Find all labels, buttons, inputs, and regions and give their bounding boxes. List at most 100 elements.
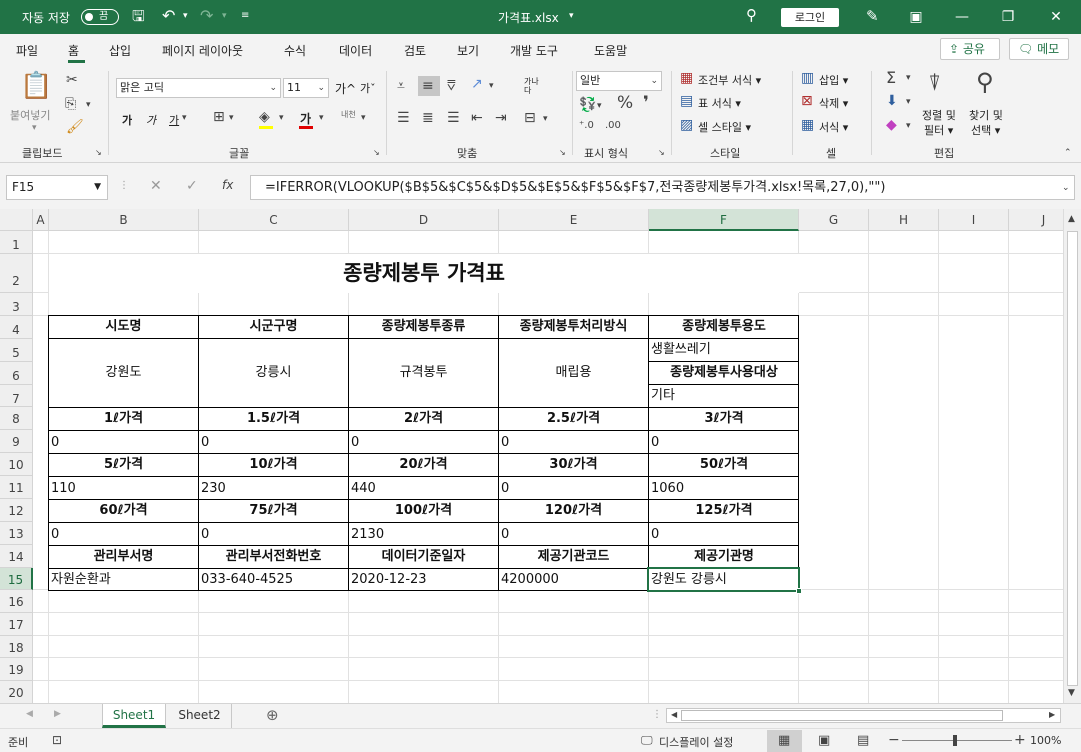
title-dropdown-icon[interactable]: ▾ bbox=[569, 12, 574, 21]
align-center-icon[interactable]: ≣ bbox=[422, 111, 434, 125]
h-scroll-thumb[interactable] bbox=[681, 710, 1003, 721]
fill-icon[interactable]: ⬇ bbox=[886, 94, 898, 108]
paste-label[interactable]: 붙여넣기 bbox=[10, 107, 50, 123]
display-settings-icon[interactable]: 🖵 bbox=[641, 734, 653, 746]
copy-icon[interactable]: ⎘ bbox=[65, 97, 76, 111]
merge-dropdown-icon[interactable]: ▾ bbox=[543, 115, 548, 124]
align-bottom-icon[interactable]: ⩢ bbox=[447, 79, 456, 93]
shrink-font-button[interactable]: 가ˇ bbox=[360, 80, 376, 96]
column-header[interactable]: G bbox=[799, 209, 869, 231]
zoom-slider[interactable] bbox=[902, 740, 1012, 741]
sort-filter-icon[interactable]: ⍒ bbox=[928, 73, 941, 95]
tab-help[interactable]: 도움말 bbox=[594, 42, 627, 59]
orientation-icon[interactable]: ↗ bbox=[471, 77, 483, 91]
tab-view[interactable]: 보기 bbox=[457, 42, 479, 59]
data-cell[interactable]: 0 bbox=[501, 523, 648, 545]
column-header[interactable]: E bbox=[499, 209, 649, 231]
column-header[interactable]: I bbox=[939, 209, 1009, 231]
header-cell[interactable]: 데이터기준일자 bbox=[349, 546, 498, 568]
font-size-select[interactable]: 11 ⌄ bbox=[283, 78, 329, 98]
tab-developer[interactable]: 개발 도구 bbox=[510, 42, 558, 59]
increase-indent-icon[interactable]: ⇥ bbox=[495, 111, 507, 125]
header-cell[interactable]: 1ℓ가격 bbox=[49, 408, 198, 430]
search-icon[interactable]: ⚲ bbox=[746, 8, 757, 23]
header-cell[interactable]: 시도명 bbox=[49, 316, 198, 338]
memo-button[interactable]: 🗨 메모 bbox=[1009, 38, 1069, 60]
page-break-icon[interactable]: ▤ bbox=[857, 734, 869, 747]
insert-cells-icon[interactable]: ▥ bbox=[801, 71, 814, 85]
scroll-thumb[interactable] bbox=[1067, 231, 1078, 686]
underline-dropdown-icon[interactable]: ▾ bbox=[182, 114, 187, 123]
format-table-icon[interactable]: ▤ bbox=[680, 94, 693, 108]
format-cells-icon[interactable]: ▦ bbox=[801, 118, 814, 132]
data-cell[interactable]: 0 bbox=[51, 431, 198, 453]
header-cell[interactable]: 50ℓ가격 bbox=[649, 454, 799, 476]
row-header[interactable]: 1 bbox=[0, 231, 33, 254]
clipboard-launcher-icon[interactable]: ↘ bbox=[95, 149, 102, 157]
customize-qat-icon[interactable]: ≡ bbox=[241, 11, 249, 21]
column-header[interactable]: B bbox=[49, 209, 199, 231]
login-button[interactable]: 로그인 bbox=[781, 8, 839, 27]
align-top-icon[interactable]: ⩡ bbox=[397, 79, 405, 93]
fill-dropdown-icon[interactable]: ▾ bbox=[279, 114, 284, 123]
save-icon[interactable]: 🖫 bbox=[132, 9, 145, 24]
row-header[interactable]: 15 bbox=[0, 568, 33, 590]
delete-cells-button[interactable]: 삭제 ▾ bbox=[819, 95, 848, 111]
header-cell[interactable]: 75ℓ가격 bbox=[199, 500, 348, 522]
insert-function-icon[interactable]: fx bbox=[222, 179, 233, 191]
enter-icon[interactable]: ✓ bbox=[186, 179, 198, 193]
header-cell[interactable]: 120ℓ가격 bbox=[499, 500, 648, 522]
bold-button[interactable]: 가 bbox=[122, 112, 132, 128]
header-cell[interactable]: 종량제봉투처리방식 bbox=[499, 316, 648, 338]
row-header[interactable]: 18 bbox=[0, 636, 33, 658]
scroll-down-icon[interactable]: ▼ bbox=[1068, 689, 1075, 698]
row-header[interactable]: 20 bbox=[0, 681, 33, 703]
scroll-left-icon[interactable]: ◀ bbox=[671, 711, 677, 719]
data-cell[interactable]: 0 bbox=[651, 523, 798, 545]
column-header[interactable]: F bbox=[649, 209, 799, 231]
align-middle-icon[interactable]: ≡ bbox=[422, 79, 434, 93]
currency-dropdown-icon[interactable]: ▾ bbox=[597, 102, 602, 111]
data-cell[interactable]: 0 bbox=[201, 523, 348, 545]
column-header[interactable]: H bbox=[869, 209, 939, 231]
undo-icon[interactable]: ↶ bbox=[162, 8, 175, 24]
tab-formulas[interactable]: 수식 bbox=[284, 42, 306, 59]
decrease-decimal-icon[interactable]: .00 bbox=[605, 121, 621, 131]
tab-page-layout[interactable]: 페이지 레이아웃 bbox=[162, 42, 243, 59]
header-cell[interactable]: 10ℓ가격 bbox=[199, 454, 348, 476]
number-launcher-icon[interactable]: ↘ bbox=[658, 149, 665, 157]
row-header[interactable]: 16 bbox=[0, 590, 33, 613]
delete-cells-icon[interactable]: ⊠ bbox=[801, 94, 813, 108]
column-header[interactable]: D bbox=[349, 209, 499, 231]
row-header[interactable]: 5 bbox=[0, 339, 33, 362]
data-cell[interactable]: 110 bbox=[51, 477, 198, 499]
data-cell[interactable]: 0 bbox=[351, 431, 498, 453]
cell-styles-button[interactable]: 셀 스타일 ▾ bbox=[698, 119, 751, 135]
ribbon-display-icon[interactable]: ▣ bbox=[893, 0, 939, 34]
select-all-corner[interactable] bbox=[0, 209, 33, 231]
data-cell[interactable]: 자원순환과 bbox=[51, 569, 198, 590]
data-cell[interactable]: 0 bbox=[651, 431, 798, 453]
zoom-slider-thumb[interactable] bbox=[953, 735, 957, 746]
header-cell[interactable]: 종량제봉투사용대상 bbox=[649, 362, 799, 384]
sheet-title[interactable]: 종량제봉투 가격표 bbox=[49, 254, 799, 293]
header-cell[interactable]: 1.5ℓ가격 bbox=[199, 408, 348, 430]
data-cell[interactable]: 4200000 bbox=[501, 569, 648, 590]
undo-dropdown-icon[interactable]: ▾ bbox=[183, 12, 188, 21]
accessibility-icon[interactable]: ⊡ bbox=[52, 734, 62, 746]
row-header[interactable]: 2 bbox=[0, 254, 33, 293]
autosave-toggle[interactable]: 끔 bbox=[81, 9, 119, 25]
align-left-icon[interactable]: ☰ bbox=[397, 111, 410, 125]
clear-icon[interactable]: ◆ bbox=[886, 118, 897, 132]
paste-dropdown-icon[interactable]: ▾ bbox=[32, 123, 37, 133]
header-cell[interactable]: 125ℓ가격 bbox=[649, 500, 799, 522]
clear-dropdown-icon[interactable]: ▾ bbox=[906, 122, 911, 131]
tab-data[interactable]: 데이터 bbox=[339, 42, 372, 59]
horizontal-scrollbar[interactable]: ◀ ▶ bbox=[666, 708, 1061, 723]
row-header[interactable]: 17 bbox=[0, 613, 33, 636]
worksheet[interactable]: A B C D E F G H I J 1 2 3 4 5 6 7 8 9 10… bbox=[0, 209, 1081, 703]
column-header[interactable]: C bbox=[199, 209, 349, 231]
data-cell[interactable]: 1060 bbox=[651, 477, 798, 499]
add-sheet-icon[interactable]: ⊕ bbox=[266, 708, 279, 723]
header-cell[interactable]: 30ℓ가격 bbox=[499, 454, 648, 476]
